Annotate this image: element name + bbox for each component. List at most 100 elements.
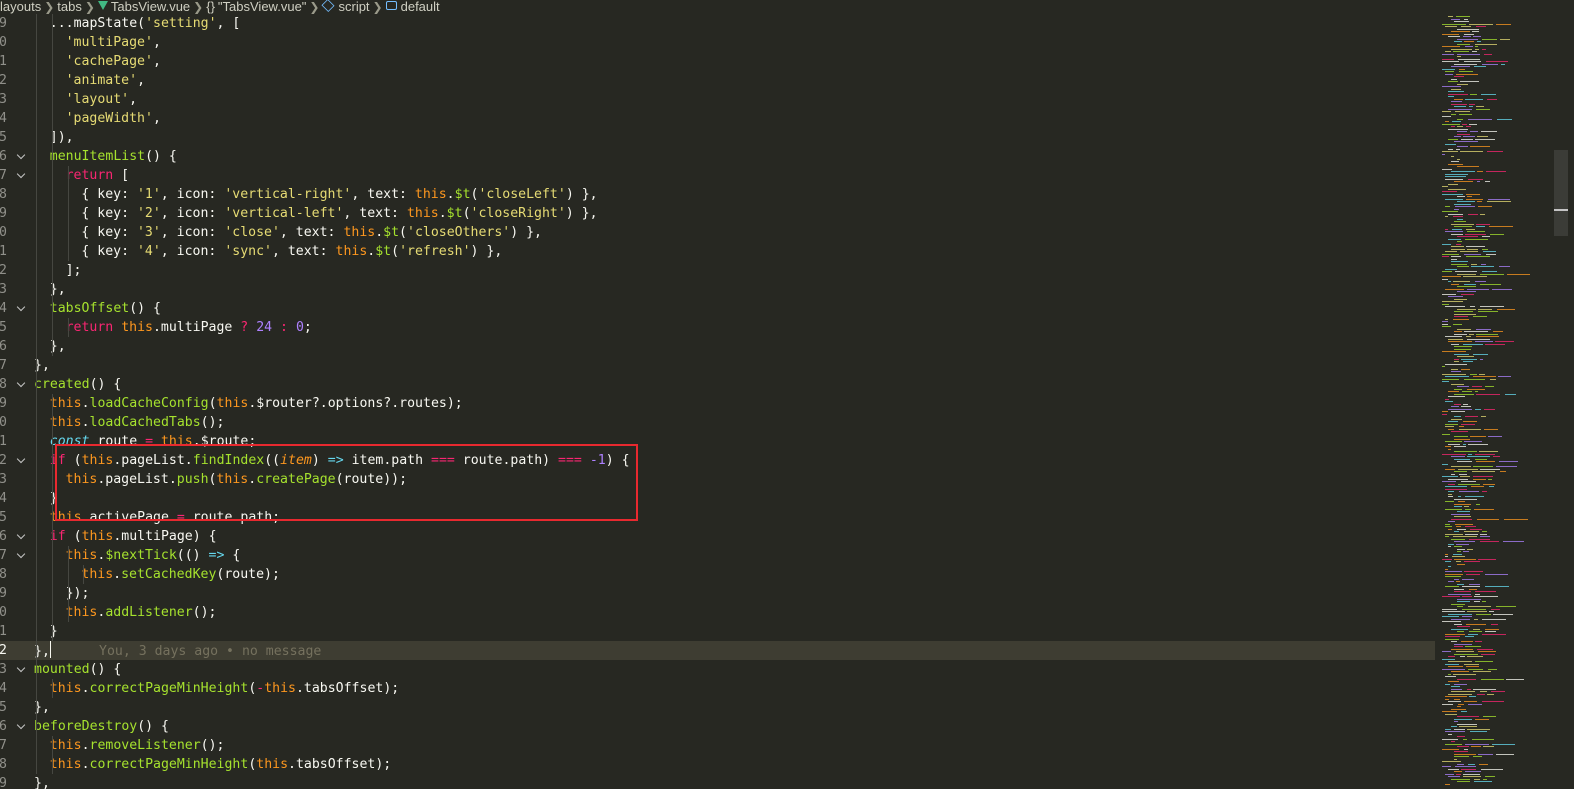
minimap-stroke (1461, 641, 1473, 642)
code-line[interactable]: 1 { key: '4', icon: 'sync', text: this.$t… (0, 242, 1435, 261)
minimap-stroke (1442, 23, 1466, 25)
code-text: 'cachePage', (66, 52, 161, 71)
minimap-stroke (1473, 316, 1487, 317)
minimap-stroke (1485, 343, 1505, 345)
code-line[interactable]: 9 ...mapState('setting', [ (0, 14, 1435, 33)
fold-chevron-icon[interactable] (16, 378, 26, 388)
code-line[interactable]: 2 if (this.pageList.findIndex((item) => i… (0, 451, 1435, 470)
minimap-stroke (1454, 728, 1465, 730)
minimap-stroke (1454, 578, 1459, 580)
minimap-stroke (1454, 181, 1473, 182)
minimap-stroke (1493, 331, 1503, 332)
minimap-stroke (1464, 506, 1469, 507)
code-line[interactable]: 3 this.pageList.push(this.createPage(rout… (0, 470, 1435, 489)
minimap-stroke (1445, 533, 1463, 535)
indent-guide (67, 166, 69, 261)
minimap-stroke (1445, 728, 1451, 730)
minimap-stroke (1442, 301, 1463, 302)
code-line[interactable]: 4 'pageWidth', (0, 109, 1435, 128)
code-line[interactable]: 6 menuItemList() { (0, 147, 1435, 166)
code-line[interactable]: 1 'cachePage', (0, 52, 1435, 71)
fold-chevron-icon[interactable] (16, 302, 26, 312)
fold-chevron-icon[interactable] (16, 720, 26, 730)
minimap-stroke (1448, 693, 1472, 695)
vertical-scrollbar[interactable] (1554, 14, 1568, 789)
breadcrumb-item-script[interactable]: script (321, 0, 370, 14)
code-line[interactable]: 8 this.correctPageMinHeight(this.tabsOffs… (0, 755, 1435, 774)
minimap-stroke (1445, 696, 1467, 697)
minimap-stroke (1480, 273, 1504, 275)
code-line[interactable]: 9 this.loadCacheConfig(this.$router?.opti… (0, 394, 1435, 413)
code-line[interactable]: 8 this.setCachedKey(route); (0, 565, 1435, 584)
fold-chevron-icon[interactable] (16, 530, 26, 540)
code-line[interactable]: 2]; (0, 261, 1435, 280)
code-line[interactable]: 4 this.correctPageMinHeight(-this.tabsOff… (0, 679, 1435, 698)
code-line[interactable]: 9}); (0, 584, 1435, 603)
breadcrumb-item-default[interactable]: default (385, 0, 440, 14)
code-line[interactable]: 8 { key: '1', icon: 'vertical-right', tex… (0, 185, 1435, 204)
code-line[interactable]: 7 this.$nextTick(() => { (0, 546, 1435, 565)
minimap-stroke (1485, 386, 1494, 387)
code-line[interactable]: 0 'multiPage', (0, 33, 1435, 52)
scrollbar-thumb[interactable] (1554, 150, 1568, 236)
breadcrumb-item-module[interactable]: {} "TabsView.vue" (206, 0, 306, 14)
code-line[interactable]: 9 { key: '2', icon: 'vertical-left', text… (0, 204, 1435, 223)
code-line[interactable]: 7}, (0, 356, 1435, 375)
code-line[interactable]: 3}, (0, 280, 1435, 299)
code-line[interactable]: 3 'layout', (0, 90, 1435, 109)
breadcrumb-item-file[interactable]: TabsView.vue (97, 0, 190, 14)
code-line[interactable]: 9}, (0, 774, 1435, 789)
code-line[interactable]: 1} (0, 622, 1435, 641)
code-line[interactable]: 2}, You, 3 days ago • no message (0, 641, 1435, 660)
minimap-stroke (1451, 513, 1470, 515)
minimap-stroke (1482, 491, 1487, 492)
minimap-stroke (1451, 641, 1457, 642)
minimap-stroke (1457, 166, 1479, 167)
code-line[interactable]: 4} (0, 489, 1435, 508)
minimap-stroke (1457, 678, 1476, 680)
code-line[interactable]: 5 this.activePage = route.path; (0, 508, 1435, 527)
code-line[interactable]: 8 created() { (0, 375, 1435, 394)
minimap-stroke (1442, 326, 1451, 327)
minimap-stroke (1445, 306, 1465, 307)
code-token: ]), (49, 130, 74, 145)
code-editor[interactable]: 9 ...mapState('setting', [0'multiPage', 1 '… (0, 14, 1435, 789)
fold-chevron-icon[interactable] (16, 663, 26, 673)
fold-chevron-icon[interactable] (16, 549, 26, 559)
minimap-stroke (1462, 608, 1486, 610)
minimap-stroke (1482, 248, 1488, 250)
minimap-stroke (1445, 398, 1449, 400)
code-line[interactable]: 3 mounted() { (0, 660, 1435, 679)
code-line[interactable]: 5]), (0, 128, 1435, 147)
code-line[interactable]: 6 if (this.multiPage) { (0, 527, 1435, 546)
code-token: this (216, 472, 249, 487)
breadcrumb-item-tabs[interactable]: tabs (57, 0, 82, 14)
line-number: 7 (0, 548, 7, 563)
code-line[interactable]: 0 this.addListener(); (0, 603, 1435, 622)
minimap[interactable] (1436, 14, 1554, 789)
code-line[interactable]: 5 return this.multiPage ? 24 : 0; (0, 318, 1435, 337)
minimap-stroke (1464, 663, 1479, 665)
code-line[interactable]: 0 { key: '3', icon: 'close', text: this.$… (0, 223, 1435, 242)
breadcrumb-item-layouts[interactable]: layouts (0, 0, 41, 14)
minimap-stroke (1442, 766, 1451, 767)
code-line[interactable]: 6}, (0, 337, 1435, 356)
code-token: , (129, 92, 138, 107)
code-line[interactable]: 5}, (0, 698, 1435, 717)
code-line[interactable]: 0 this.loadCachedTabs(); (0, 413, 1435, 432)
minimap-stroke (1457, 118, 1463, 120)
code-line[interactable]: 2 'animate', (0, 71, 1435, 90)
minimap-stroke (1475, 718, 1489, 720)
fold-chevron-icon[interactable] (16, 454, 26, 464)
code-line[interactable]: 1 const route = this.$route; (0, 432, 1435, 451)
code-line[interactable]: 7 return [ (0, 166, 1435, 185)
code-line[interactable]: 6 beforeDestroy() { (0, 717, 1435, 736)
code-token: this (49, 681, 82, 696)
minimap-stroke (1473, 628, 1480, 630)
minimap-stroke (1464, 748, 1468, 750)
code-line[interactable]: 4 tabsOffset() { (0, 299, 1435, 318)
code-token: this (216, 396, 249, 411)
fold-chevron-icon[interactable] (16, 169, 26, 179)
code-line[interactable]: 7 this.removeListener(); (0, 736, 1435, 755)
fold-chevron-icon[interactable] (16, 150, 26, 160)
